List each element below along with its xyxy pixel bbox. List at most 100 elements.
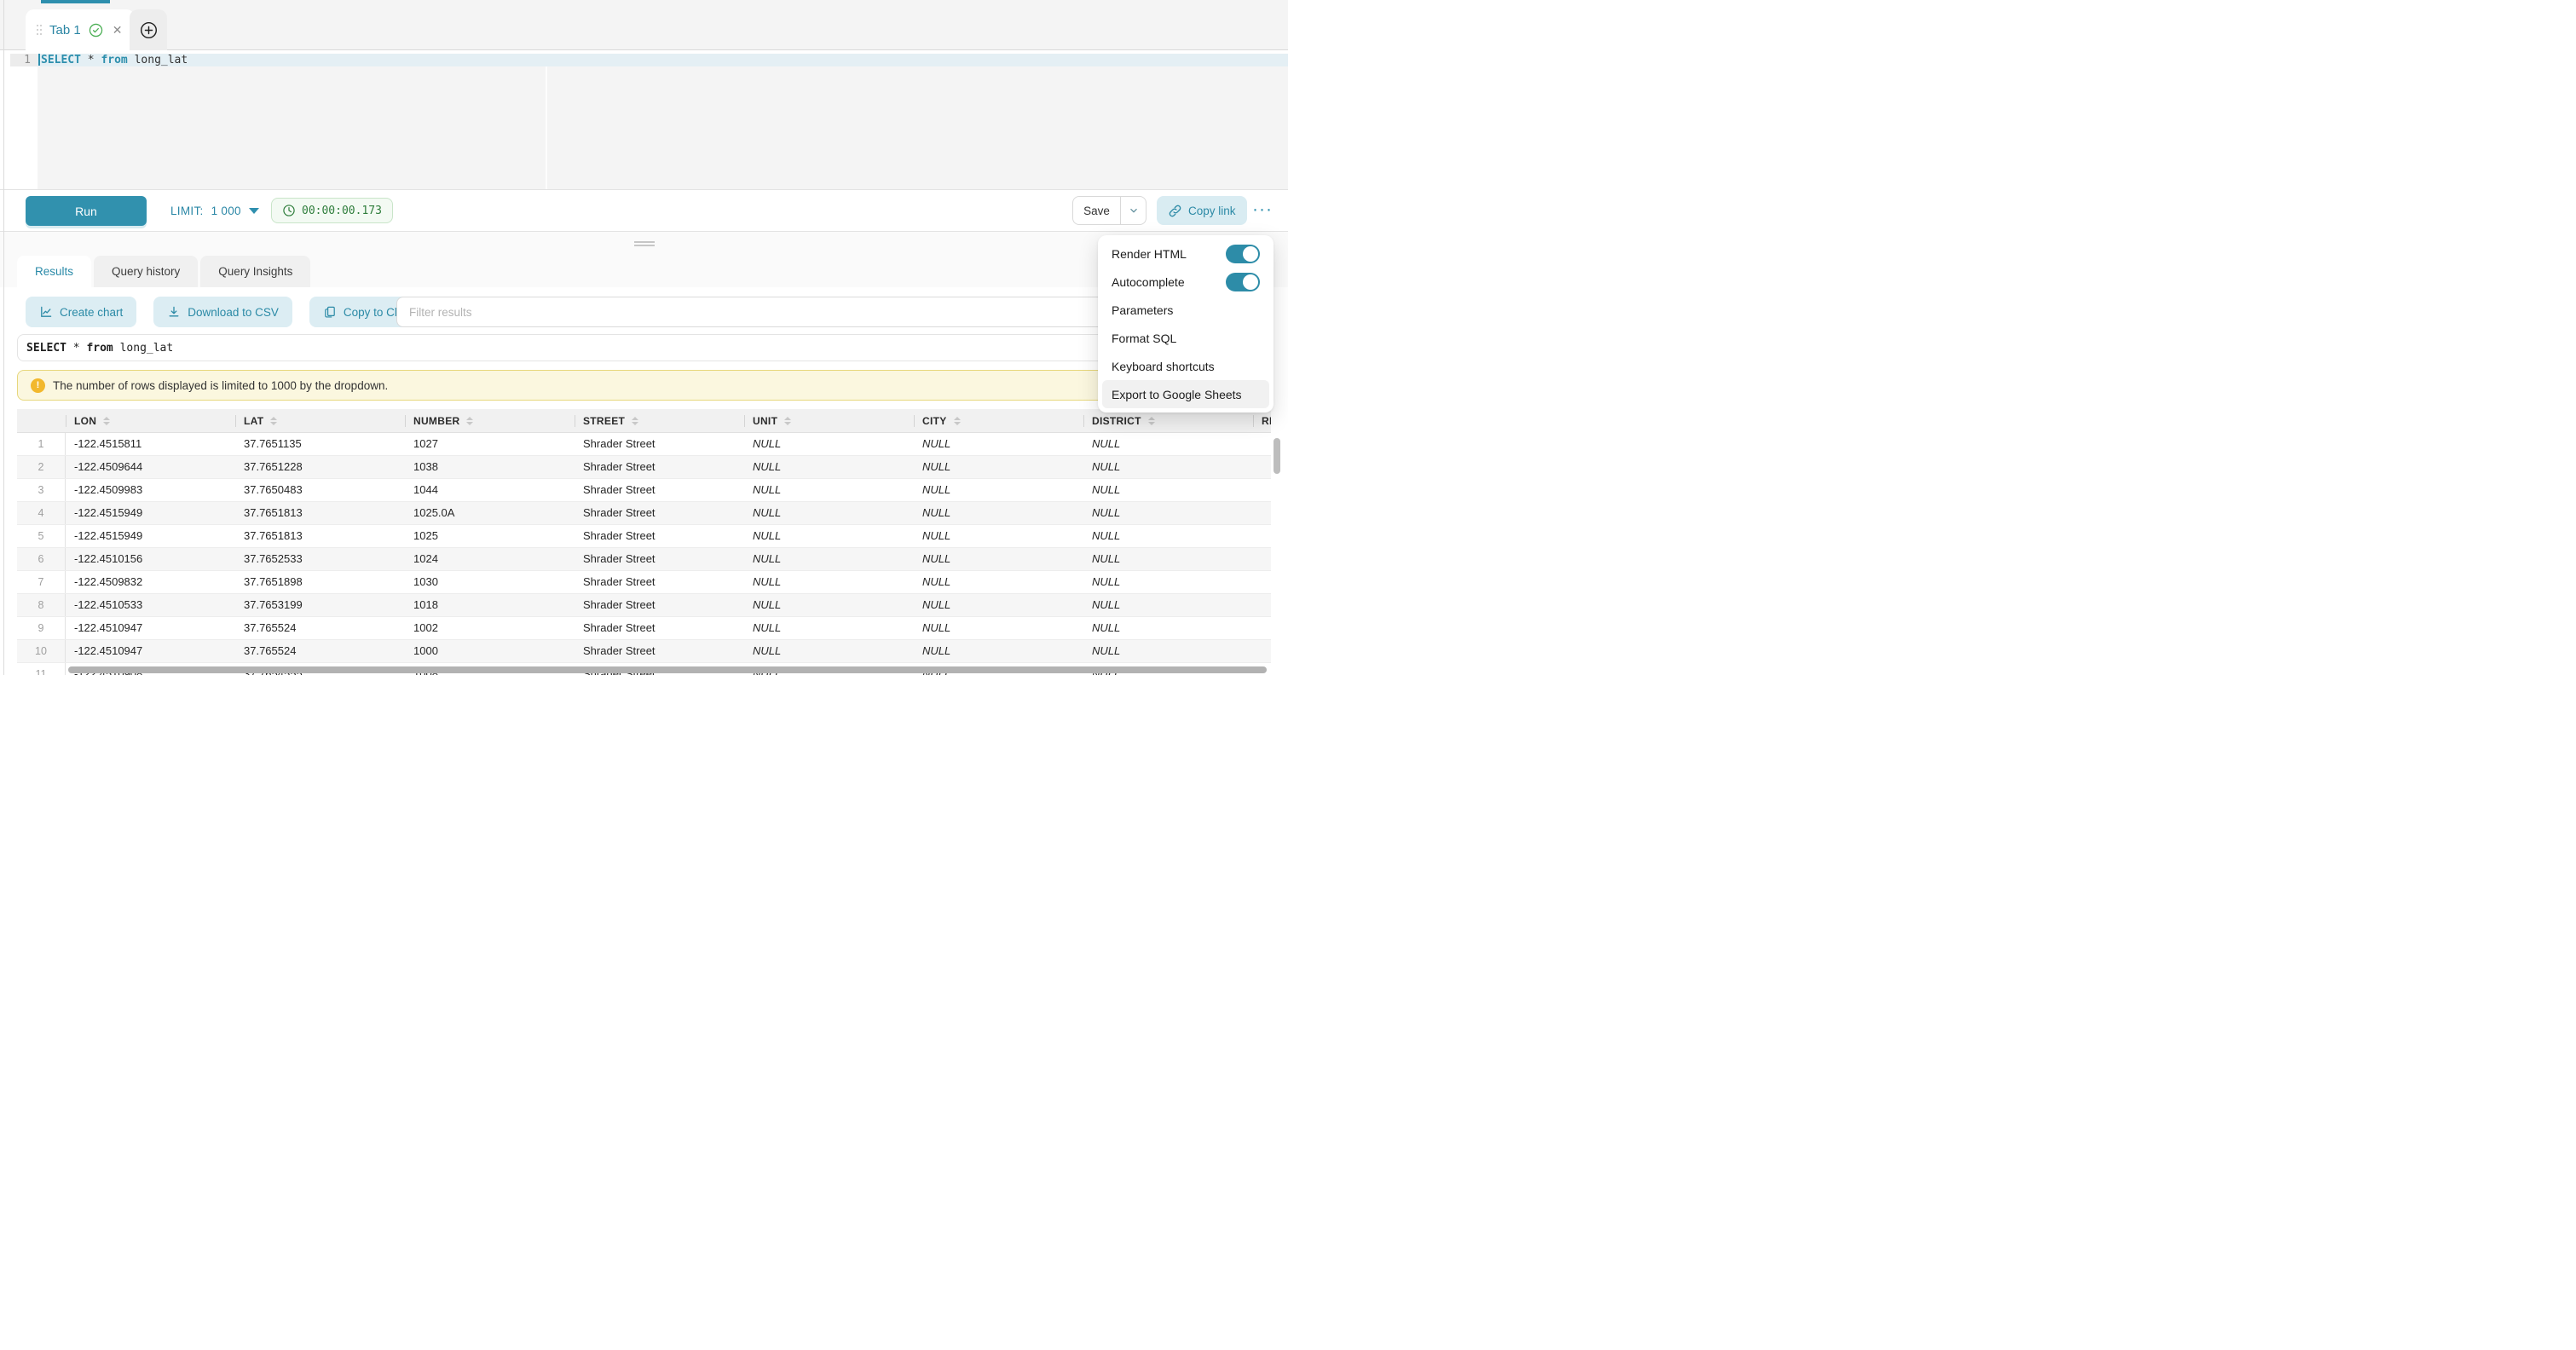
sort-icon[interactable] bbox=[466, 417, 473, 425]
table-cell[interactable] bbox=[1253, 456, 1271, 478]
table-cell[interactable]: 37.7651813 bbox=[235, 525, 405, 547]
row-number-cell[interactable]: 6 bbox=[17, 548, 66, 570]
table-cell[interactable]: NULL bbox=[744, 479, 914, 501]
table-cell[interactable]: 1018 bbox=[405, 594, 575, 616]
menu-item-parameters[interactable]: Parameters bbox=[1102, 296, 1269, 324]
table-cell[interactable]: NULL bbox=[1083, 594, 1253, 616]
table-cell[interactable]: Shrader Street bbox=[575, 433, 744, 455]
table-cell[interactable]: -122.4509983 bbox=[66, 479, 235, 501]
limit-dropdown[interactable]: LIMIT: 1 000 bbox=[170, 190, 259, 231]
table-cell[interactable]: NULL bbox=[744, 594, 914, 616]
table-cell[interactable] bbox=[1253, 502, 1271, 524]
close-tab-icon[interactable]: ✕ bbox=[111, 22, 124, 38]
column-header-street[interactable]: STREET bbox=[575, 409, 744, 432]
download-to-csv-button[interactable]: Download to CSV bbox=[153, 297, 292, 327]
table-cell[interactable]: NULL bbox=[744, 571, 914, 593]
table-cell[interactable]: Shrader Street bbox=[575, 479, 744, 501]
row-number-cell[interactable]: 7 bbox=[17, 571, 66, 593]
menu-item-keyboard-shortcuts[interactable]: Keyboard shortcuts bbox=[1102, 352, 1269, 380]
table-cell[interactable]: Shrader Street bbox=[575, 502, 744, 524]
code-line[interactable]: SELECT * from long_lat bbox=[41, 54, 188, 66]
table-cell[interactable]: 37.7653199 bbox=[235, 594, 405, 616]
sort-icon[interactable] bbox=[270, 417, 277, 425]
table-cell[interactable] bbox=[1253, 571, 1271, 593]
sort-icon[interactable] bbox=[954, 417, 961, 425]
table-cell[interactable]: -122.4515949 bbox=[66, 502, 235, 524]
table-cell[interactable]: 1027 bbox=[405, 433, 575, 455]
toggle-on-switch[interactable] bbox=[1226, 245, 1260, 263]
table-cell[interactable]: NULL bbox=[1083, 502, 1253, 524]
table-cell[interactable]: 1038 bbox=[405, 456, 575, 478]
new-tab-button[interactable] bbox=[130, 9, 167, 50]
sql-editor[interactable]: 1 SELECT * from long_lat bbox=[0, 51, 1288, 189]
menu-item-export-to-google-sheets[interactable]: Export to Google Sheets bbox=[1102, 380, 1269, 408]
table-cell[interactable]: -122.4510533 bbox=[66, 594, 235, 616]
table-cell[interactable]: 37.765524 bbox=[235, 617, 405, 639]
table-cell[interactable] bbox=[1253, 594, 1271, 616]
table-cell[interactable]: NULL bbox=[1083, 571, 1253, 593]
column-header-lat[interactable]: LAT bbox=[235, 409, 405, 432]
table-cell[interactable]: NULL bbox=[914, 479, 1083, 501]
row-number-cell[interactable]: 11 bbox=[17, 663, 66, 675]
more-options-button[interactable]: ··· bbox=[1248, 194, 1277, 225]
table-cell[interactable]: -122.4509644 bbox=[66, 456, 235, 478]
table-cell[interactable]: Shrader Street bbox=[575, 525, 744, 547]
row-number-cell[interactable]: 1 bbox=[17, 433, 66, 455]
table-cell[interactable]: NULL bbox=[1083, 548, 1253, 570]
table-cell[interactable]: NULL bbox=[1083, 640, 1253, 662]
table-cell[interactable]: -122.4515949 bbox=[66, 525, 235, 547]
table-cell[interactable]: NULL bbox=[1083, 525, 1253, 547]
table-cell[interactable] bbox=[1253, 525, 1271, 547]
table-cell[interactable]: 1024 bbox=[405, 548, 575, 570]
menu-item-autocomplete[interactable]: Autocomplete bbox=[1102, 268, 1269, 296]
sort-icon[interactable] bbox=[1148, 417, 1155, 425]
table-cell[interactable]: Shrader Street bbox=[575, 548, 744, 570]
table-cell[interactable]: NULL bbox=[1083, 433, 1253, 455]
editor-empty-area[interactable] bbox=[38, 66, 1288, 189]
column-header-unit[interactable]: UNIT bbox=[744, 409, 914, 432]
menu-item-format-sql[interactable]: Format SQL bbox=[1102, 324, 1269, 352]
panel-resize-handle[interactable] bbox=[634, 241, 655, 246]
table-cell[interactable]: NULL bbox=[914, 502, 1083, 524]
table-cell[interactable]: 37.7651228 bbox=[235, 456, 405, 478]
column-header-lon[interactable]: LON bbox=[66, 409, 235, 432]
table-cell[interactable]: NULL bbox=[744, 433, 914, 455]
table-cell[interactable]: Shrader Street bbox=[575, 456, 744, 478]
row-number-cell[interactable]: 2 bbox=[17, 456, 66, 478]
sort-icon[interactable] bbox=[784, 417, 791, 425]
table-cell[interactable] bbox=[1253, 617, 1271, 639]
table-cell[interactable]: NULL bbox=[914, 571, 1083, 593]
table-cell[interactable] bbox=[1253, 640, 1271, 662]
table-cell[interactable]: -122.4515811 bbox=[66, 433, 235, 455]
table-cell[interactable]: NULL bbox=[914, 525, 1083, 547]
table-cell[interactable]: NULL bbox=[744, 456, 914, 478]
row-number-cell[interactable]: 5 bbox=[17, 525, 66, 547]
table-cell[interactable]: 37.7651813 bbox=[235, 502, 405, 524]
create-chart-button[interactable]: Create chart bbox=[26, 297, 136, 327]
tab-query-insights[interactable]: Query Insights bbox=[200, 256, 310, 287]
table-cell[interactable]: NULL bbox=[914, 640, 1083, 662]
toggle-on-switch[interactable] bbox=[1226, 273, 1260, 291]
column-header-re[interactable]: RE bbox=[1253, 409, 1271, 432]
table-cell[interactable]: -122.4509832 bbox=[66, 571, 235, 593]
editor-tab[interactable]: Tab 1 ✕ bbox=[26, 9, 135, 50]
column-header-number[interactable]: NUMBER bbox=[405, 409, 575, 432]
table-cell[interactable]: NULL bbox=[1083, 617, 1253, 639]
row-number-cell[interactable]: 3 bbox=[17, 479, 66, 501]
tab-results[interactable]: Results bbox=[17, 256, 91, 287]
sort-icon[interactable] bbox=[632, 417, 638, 425]
table-cell[interactable]: 1025 bbox=[405, 525, 575, 547]
table-cell[interactable]: NULL bbox=[914, 456, 1083, 478]
table-cell[interactable]: NULL bbox=[744, 525, 914, 547]
table-cell[interactable]: NULL bbox=[914, 617, 1083, 639]
table-cell[interactable]: 1002 bbox=[405, 617, 575, 639]
table-cell[interactable] bbox=[1253, 433, 1271, 455]
copy-link-button[interactable]: Copy link bbox=[1157, 196, 1247, 225]
column-header-district[interactable]: DISTRICT bbox=[1083, 409, 1253, 432]
table-cell[interactable]: Shrader Street bbox=[575, 594, 744, 616]
horizontal-scrollbar[interactable] bbox=[68, 666, 1267, 673]
table-cell[interactable]: 37.7650483 bbox=[235, 479, 405, 501]
table-cell[interactable]: NULL bbox=[744, 640, 914, 662]
table-cell[interactable]: 1000 bbox=[405, 640, 575, 662]
table-cell[interactable]: -122.4510156 bbox=[66, 548, 235, 570]
